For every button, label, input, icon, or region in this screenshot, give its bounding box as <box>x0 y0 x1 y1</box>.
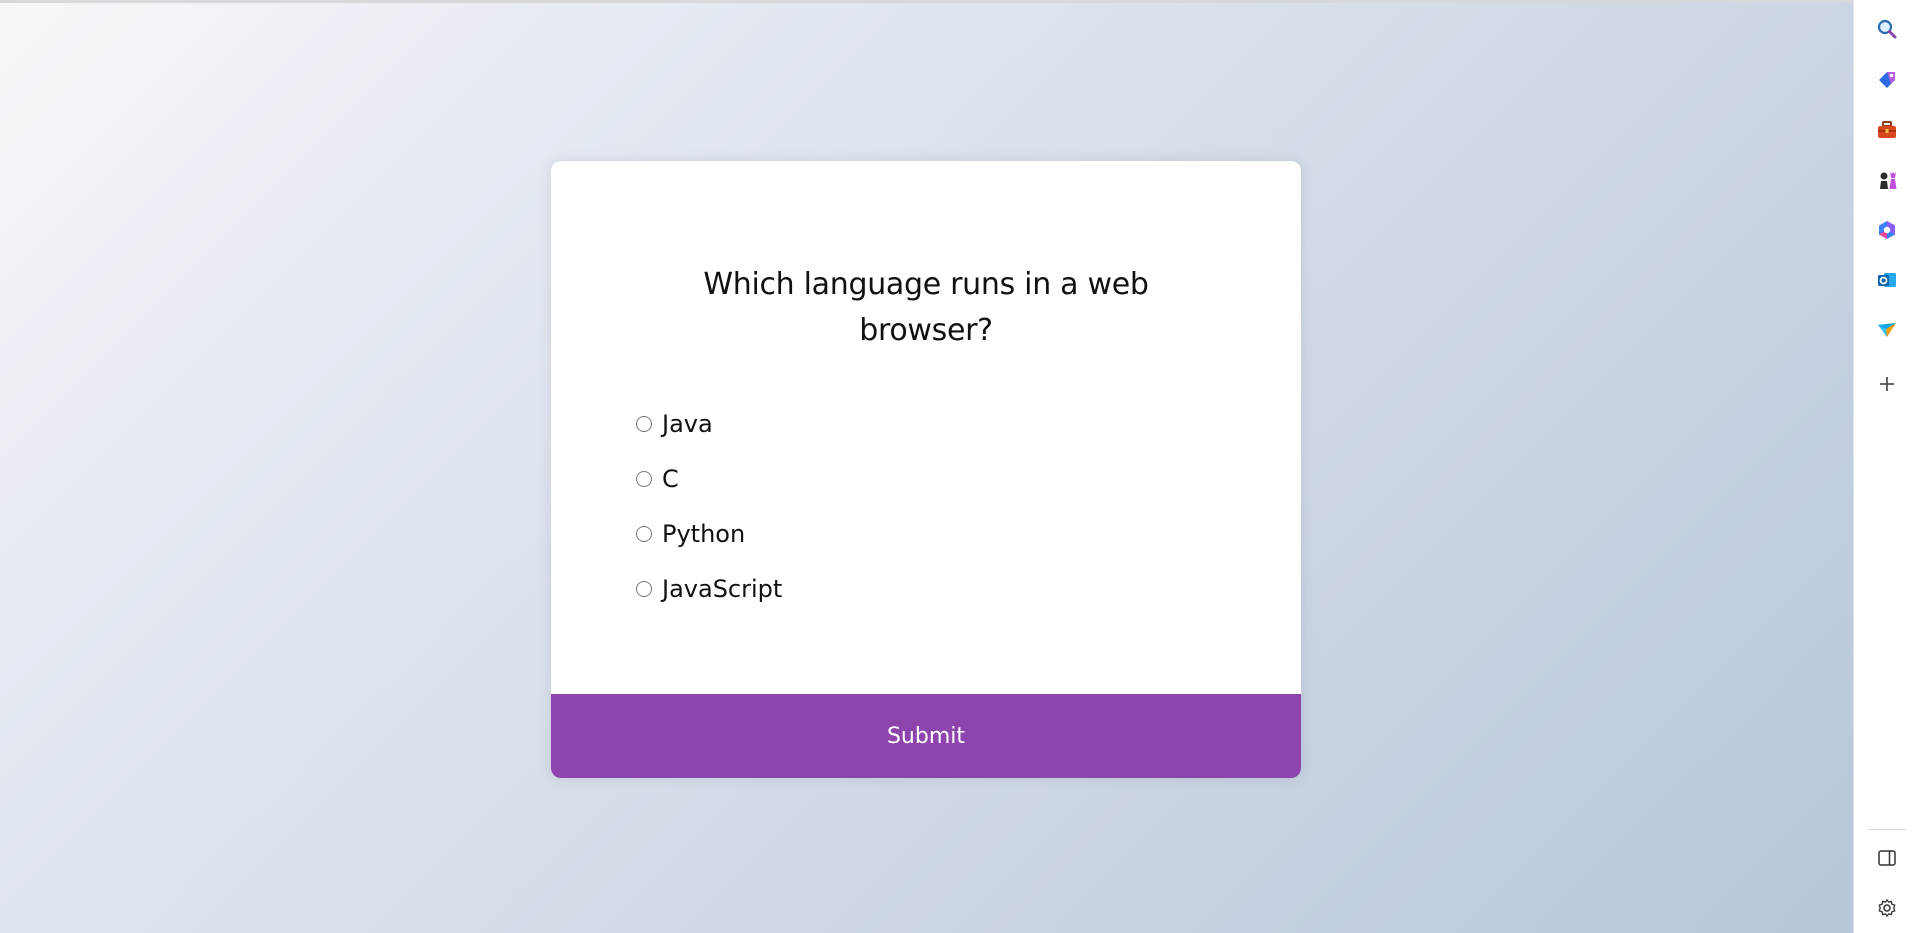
answer-radio-java[interactable] <box>636 415 652 432</box>
answer-radio-javascript[interactable] <box>636 580 652 597</box>
quiz-page: Which language runs in a web browser? Ja… <box>0 3 1853 933</box>
answer-radio-c[interactable] <box>636 470 652 487</box>
sidebar-divider <box>1868 829 1906 830</box>
answer-label-c[interactable]: C <box>662 465 679 493</box>
answer-label-python[interactable]: Python <box>662 520 745 548</box>
answer-label-javascript[interactable]: JavaScript <box>662 575 782 603</box>
submit-button[interactable]: Submit <box>551 694 1301 778</box>
settings-icon[interactable] <box>1874 895 1900 921</box>
answer-option-java[interactable]: Java <box>636 396 782 451</box>
question-text: Which language runs in a web browser? <box>703 267 1149 348</box>
search-icon[interactable] <box>1874 16 1900 42</box>
quiz-card: Which language runs in a web browser? Ja… <box>551 161 1301 778</box>
add-icon[interactable] <box>1874 371 1900 397</box>
chess-icon[interactable] <box>1874 167 1900 193</box>
toolbox-icon[interactable] <box>1874 117 1900 143</box>
answer-list: Java C Python JavaScript <box>636 396 782 616</box>
answer-label-java[interactable]: Java <box>662 410 713 438</box>
answer-option-c[interactable]: C <box>636 451 782 506</box>
split-screen-icon[interactable] <box>1874 845 1900 871</box>
answer-option-python[interactable]: Python <box>636 506 782 561</box>
copilot-icon[interactable] <box>1874 217 1900 243</box>
quiz-body: Which language runs in a web browser? Ja… <box>551 161 1301 697</box>
tag-icon[interactable] <box>1874 67 1900 93</box>
answer-radio-python[interactable] <box>636 525 652 542</box>
browser-sidebar <box>1853 0 1920 933</box>
answer-option-javascript[interactable]: JavaScript <box>636 561 782 616</box>
send-icon[interactable] <box>1874 317 1900 343</box>
outlook-icon[interactable] <box>1874 267 1900 293</box>
